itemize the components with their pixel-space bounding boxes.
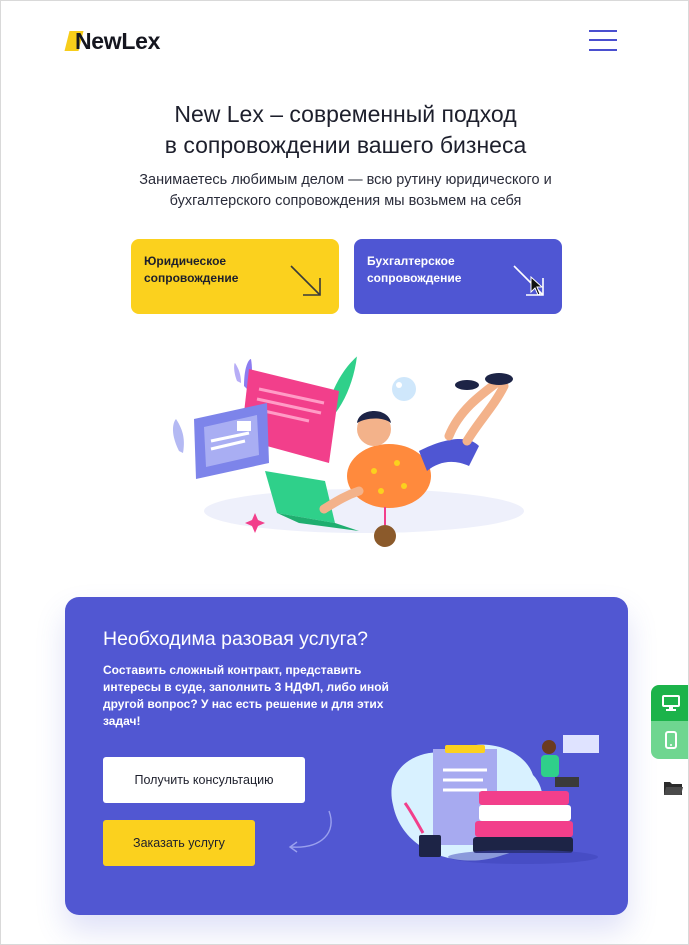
promo-text-line: интересы в суде, заполнить 3 НДФЛ, либо … <box>103 680 389 694</box>
arrow-down-right-icon <box>290 265 321 296</box>
hamburger-menu-icon[interactable] <box>589 29 617 51</box>
mouse-cursor-icon <box>530 276 544 296</box>
get-consultation-button[interactable]: Получить консультацию <box>103 757 305 803</box>
promo-title: Необходима разовая услуга? <box>103 628 368 650</box>
one-time-service-panel: Необходима разовая услуга? Составить сло… <box>65 597 628 915</box>
folder-icon[interactable] <box>663 779 683 797</box>
hero-title-line-2: в сопровождении вашего бизнеса <box>164 132 527 158</box>
accounting-support-label-line-2: сопровождение <box>367 271 462 285</box>
promo-description: Составить сложный контракт, представить … <box>103 662 403 730</box>
legal-support-label-line-1: Юридическое <box>144 254 227 268</box>
promo-text-line: другой вопрос? У нас есть решение и для … <box>103 697 384 711</box>
hero-subtitle: Занимаетесь любимым делом — всю рутину ю… <box>1 170 688 212</box>
hero-subtitle-line-1: Занимаетесь любимым делом — всю рутину ю… <box>139 172 552 188</box>
order-service-button[interactable]: Заказать услугу <box>103 820 255 866</box>
desktop-icon <box>661 695 680 711</box>
books-illustration <box>391 735 599 864</box>
promo-text-line: Составить сложный контракт, представить <box>103 663 362 677</box>
legal-support-label: Юридическое сопровождение <box>144 253 238 287</box>
page: NewLex New Lex – современный подход в со… <box>0 0 689 945</box>
accounting-support-label: Бухгалтерское сопровождение <box>367 253 461 287</box>
hero-illustration <box>172 356 524 547</box>
hero-title-line-1: New Lex – современный подход <box>174 101 517 127</box>
hero-subtitle-line-2: бухгалтерского сопровождения мы возьмем … <box>169 193 522 209</box>
hero-title: New Lex – современный подход в сопровожд… <box>1 99 688 161</box>
curved-arrow-icon <box>288 810 332 853</box>
legal-support-card[interactable]: Юридическое сопровождение <box>131 239 339 314</box>
accounting-support-label-line-1: Бухгалтерское <box>367 254 455 268</box>
mobile-view-button[interactable] <box>651 721 688 759</box>
desktop-view-button[interactable] <box>651 685 688 721</box>
mobile-phone-icon <box>664 731 677 749</box>
logo-text: NewLex <box>75 27 161 54</box>
promo-text-line: задач! <box>103 714 141 728</box>
legal-support-label-line-2: сопровождение <box>144 271 239 285</box>
logo[interactable]: NewLex <box>64 27 161 54</box>
